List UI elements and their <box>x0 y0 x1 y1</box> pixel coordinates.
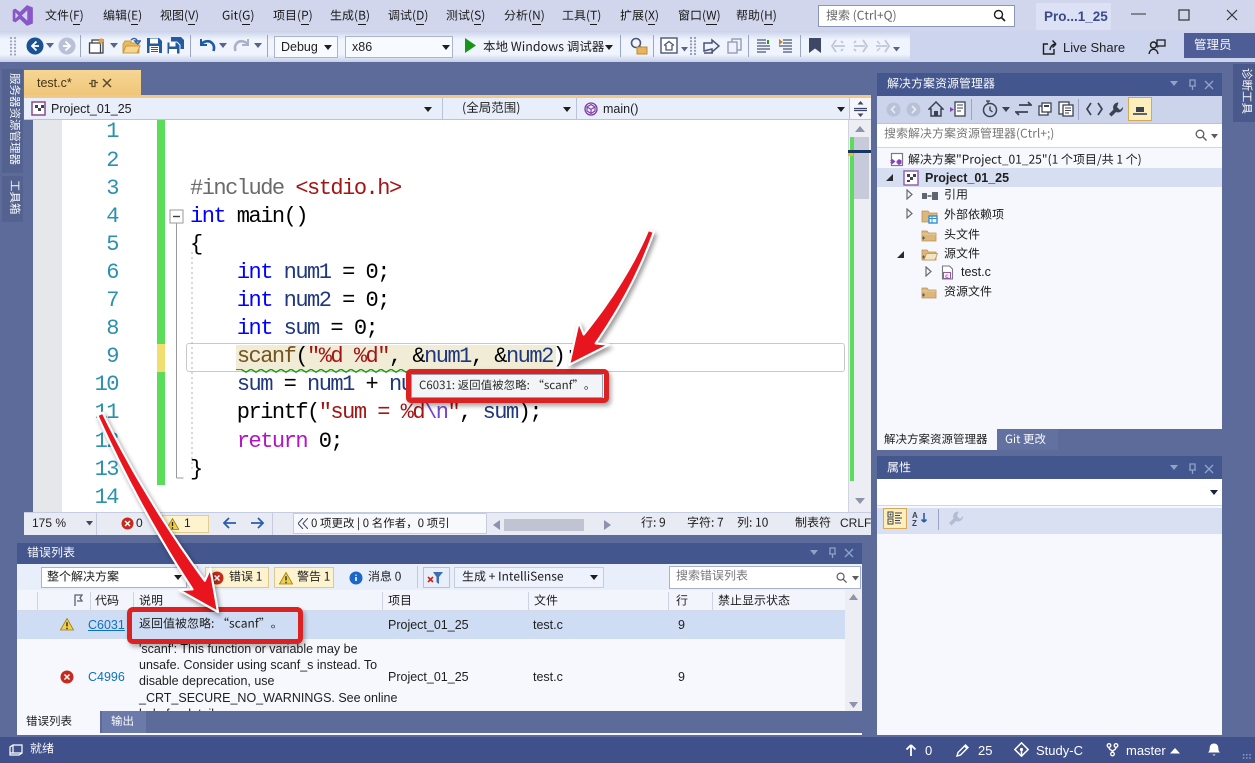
svg-text:Z: Z <box>912 519 917 526</box>
svg-text:c: c <box>945 273 949 280</box>
